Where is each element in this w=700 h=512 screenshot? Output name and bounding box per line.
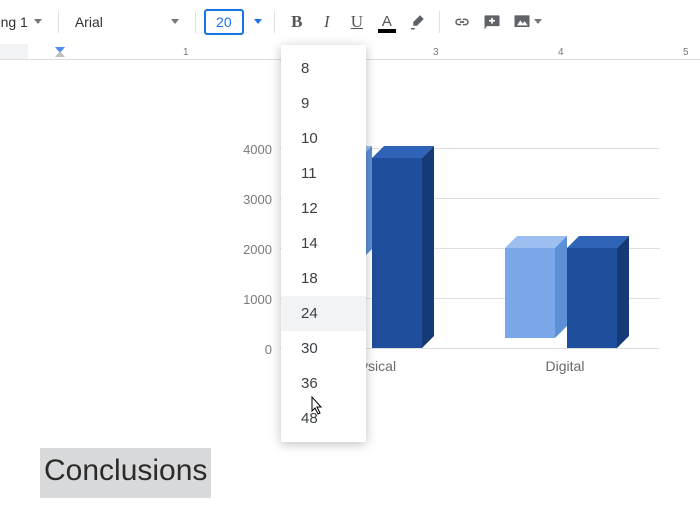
chevron-down-icon [254,19,262,24]
selected-heading[interactable]: Conclusions [40,448,211,498]
text-color-button[interactable]: A [373,8,401,36]
font-size-dropdown-toggle[interactable] [250,14,266,30]
insert-link-button[interactable] [448,8,476,36]
bar-physical-2019 [372,158,422,348]
paragraph-style-label: Heading 1 [0,14,28,30]
font-size-option[interactable]: 24 [281,296,366,331]
italic-button[interactable]: I [313,8,341,36]
font-size-option[interactable]: 8 [281,51,366,86]
mouse-cursor-icon [306,395,326,419]
separator [439,11,440,33]
ruler-tick: 4 [558,47,564,58]
comment-plus-icon [482,12,502,32]
font-size-option[interactable]: 14 [281,226,366,261]
font-family-dropdown[interactable]: Arial [67,10,187,34]
y-tick-label: 3000 [232,192,272,207]
font-size-option[interactable]: 18 [281,261,366,296]
font-size-control: 20 [204,9,266,35]
bar-digital-2018 [505,248,555,338]
text-color-bar [378,29,396,33]
toolbar: Heading 1 Arial 20 B I U A [0,0,700,44]
font-size-option[interactable]: 12 [281,191,366,226]
insert-image-button[interactable] [508,8,546,36]
chevron-down-icon [34,19,42,24]
font-family-label: Arial [75,14,103,30]
ruler-tick: 5 [683,47,689,58]
y-tick-label: 0 [232,342,272,357]
separator [195,11,196,33]
separator [274,11,275,33]
font-size-option[interactable]: 10 [281,121,366,156]
ruler-tick: 1 [183,47,189,58]
y-tick-label: 4000 [232,142,272,157]
bar-group-digital: Digital [505,248,617,348]
heading-text: Conclusions [44,454,207,488]
embedded-chart[interactable]: 4000 3000 2000 1000 0 Physic [190,128,700,398]
bar-digital-2019 [567,248,617,348]
font-size-menu: 8 9 10 11 12 14 18 24 30 36 48 [281,45,366,442]
font-size-option[interactable]: 11 [281,156,366,191]
left-indent-marker[interactable] [55,51,65,57]
link-icon [452,12,472,32]
y-tick-label: 1000 [232,292,272,307]
chevron-down-icon [534,19,542,24]
y-tick-label: 2000 [232,242,272,257]
underline-button[interactable]: U [343,8,371,36]
separator [58,11,59,33]
bold-button[interactable]: B [283,8,311,36]
category-label: Digital [505,358,625,374]
highlighter-icon [408,13,426,31]
font-size-input[interactable]: 20 [204,9,244,35]
highlight-button[interactable] [403,8,431,36]
font-size-option[interactable]: 9 [281,86,366,121]
image-icon [512,12,532,32]
font-size-option[interactable]: 30 [281,331,366,366]
add-comment-button[interactable] [478,8,506,36]
ruler-tick: 3 [433,47,439,58]
paragraph-style-dropdown[interactable]: Heading 1 [0,10,50,34]
chevron-down-icon [171,19,179,24]
